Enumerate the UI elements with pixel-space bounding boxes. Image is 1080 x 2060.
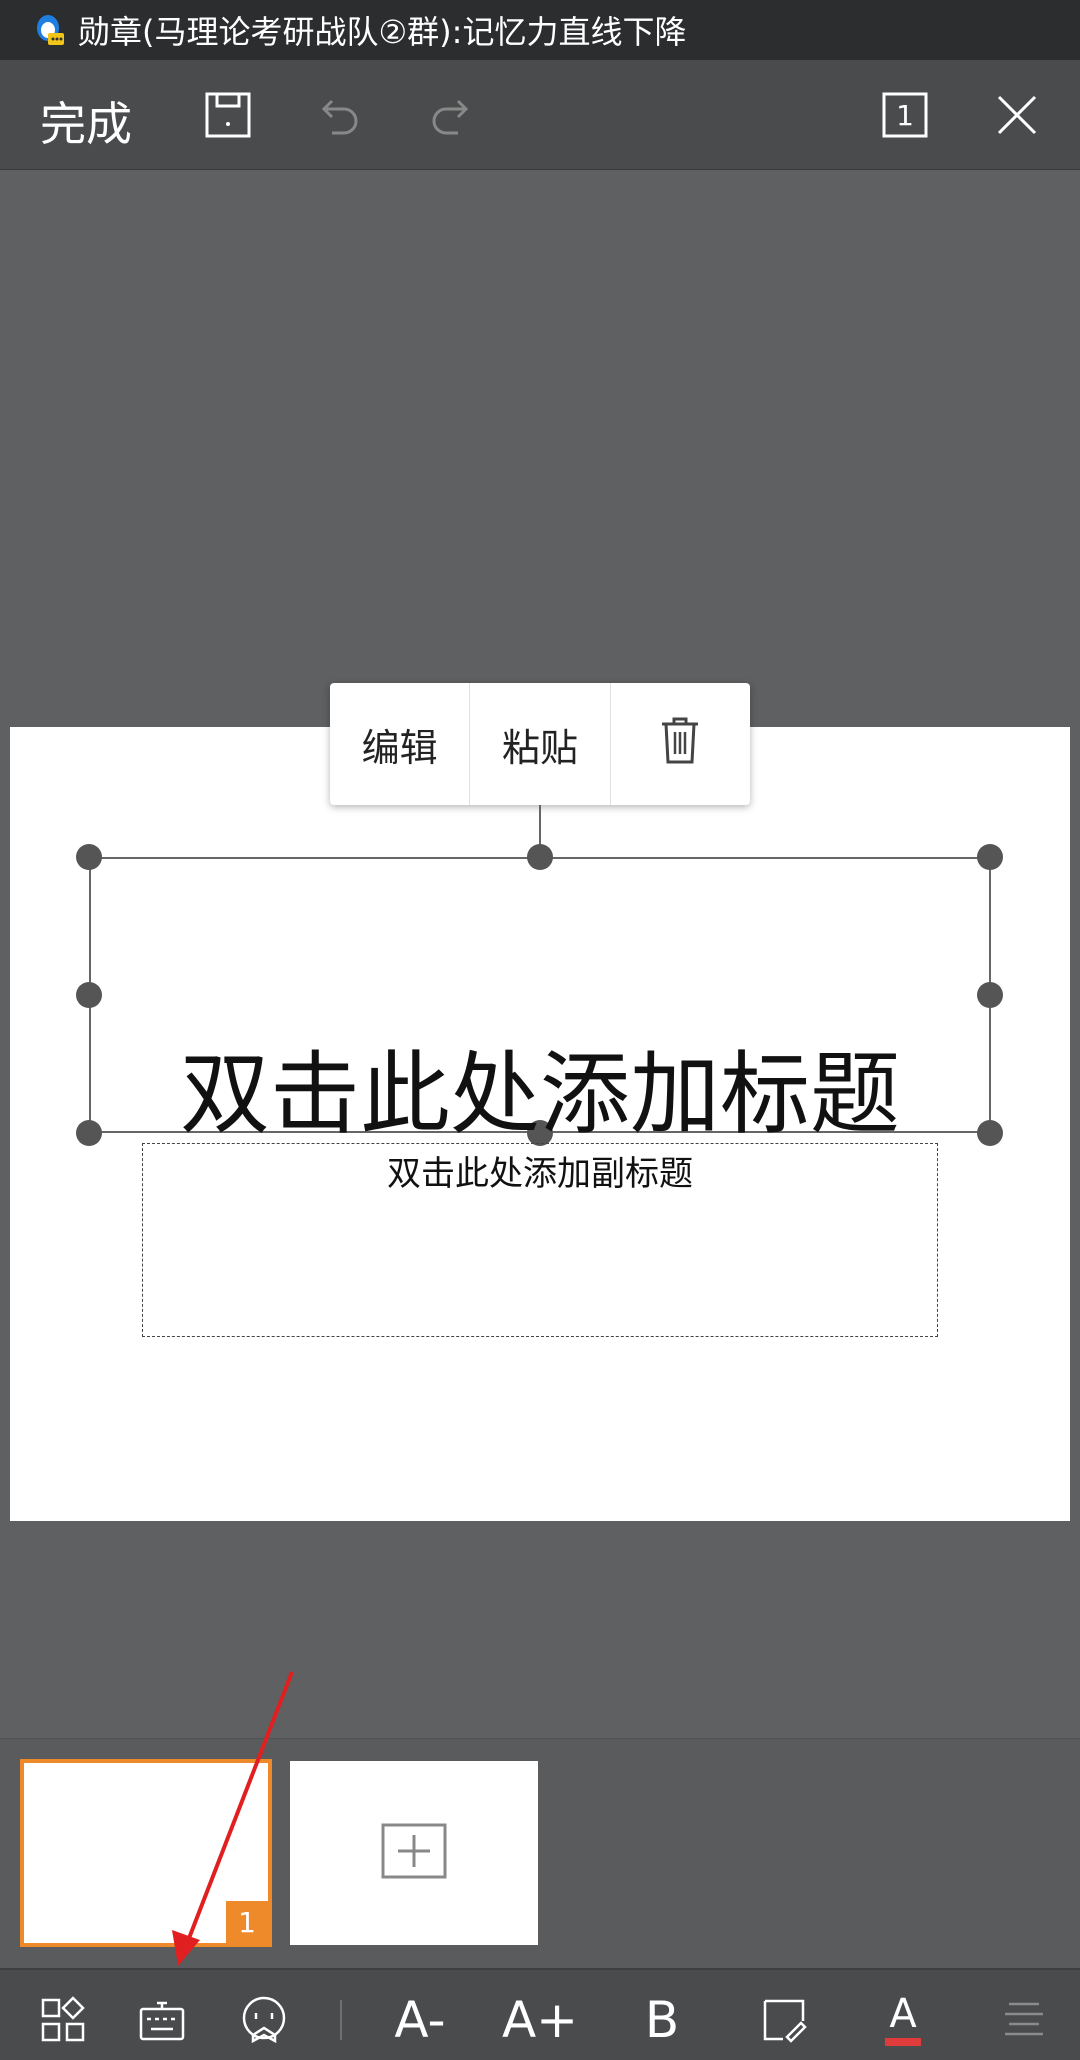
- editing-canvas[interactable]: 编辑 粘贴 双击此处添加标题 双击此处添加副标题: [0, 171, 1080, 1737]
- resize-handle-top-right[interactable]: [977, 844, 1003, 870]
- align-icon[interactable]: [996, 1992, 1052, 2048]
- done-button[interactable]: 完成: [40, 88, 132, 154]
- redo-icon[interactable]: [425, 90, 475, 140]
- trash-icon: [658, 716, 702, 773]
- bold-icon[interactable]: B: [634, 1991, 690, 2049]
- slide-count-icon[interactable]: 1: [880, 90, 930, 140]
- slide-thumbnail-strip: 1: [0, 1738, 1080, 1968]
- save-icon[interactable]: [203, 90, 253, 140]
- edit-button[interactable]: 编辑: [330, 683, 471, 805]
- context-menu: 编辑 粘贴: [330, 683, 750, 805]
- bold-glyph: B: [644, 1991, 680, 2049]
- toolbar-separator: [340, 2000, 342, 2040]
- add-slide-button[interactable]: [290, 1761, 538, 1945]
- font-increase-icon[interactable]: A+: [502, 1991, 578, 2049]
- font-color-indicator: [885, 2038, 921, 2046]
- slide-thumbnail[interactable]: 1: [20, 1759, 272, 1947]
- delete-button[interactable]: [611, 683, 750, 805]
- font-decrease-icon[interactable]: A-: [392, 1991, 448, 2049]
- bottom-toolbar: A- A+ B A: [0, 1968, 1080, 2060]
- keyboard-icon[interactable]: [134, 1992, 190, 2048]
- notification-text: 勋章(马理论考研战队②群):记忆力直线下降: [78, 13, 687, 51]
- close-icon[interactable]: [992, 90, 1042, 140]
- slide-count: 1: [896, 98, 914, 132]
- resize-handle-top-center[interactable]: [527, 844, 553, 870]
- font-color-glyph: A: [889, 1991, 917, 2037]
- layout-icon[interactable]: [35, 1992, 91, 2048]
- status-bar: 勋章(马理论考研战队②群):记忆力直线下降: [0, 0, 1080, 60]
- editor-toolbar: 完成 1: [0, 60, 1080, 170]
- paste-button[interactable]: 粘贴: [470, 683, 611, 805]
- plus-box-icon: [381, 1823, 447, 1883]
- slide-number-badge: 1: [226, 1901, 268, 1943]
- qq-icon: [28, 10, 68, 50]
- font-decrease-glyph: A-: [394, 1991, 446, 2049]
- font-increase-glyph: A+: [501, 1991, 579, 2049]
- resize-handle-middle-right[interactable]: [977, 982, 1003, 1008]
- title-placeholder[interactable]: 双击此处添加标题: [89, 1021, 991, 1151]
- emoji-icon[interactable]: [236, 1992, 292, 2048]
- highlighter-icon[interactable]: [756, 1992, 812, 2048]
- undo-icon[interactable]: [315, 90, 365, 140]
- resize-handle-middle-left[interactable]: [76, 982, 102, 1008]
- resize-handle-top-left[interactable]: [76, 844, 102, 870]
- subtitle-placeholder[interactable]: 双击此处添加副标题: [142, 1146, 938, 1195]
- font-color-icon[interactable]: A: [875, 1992, 931, 2048]
